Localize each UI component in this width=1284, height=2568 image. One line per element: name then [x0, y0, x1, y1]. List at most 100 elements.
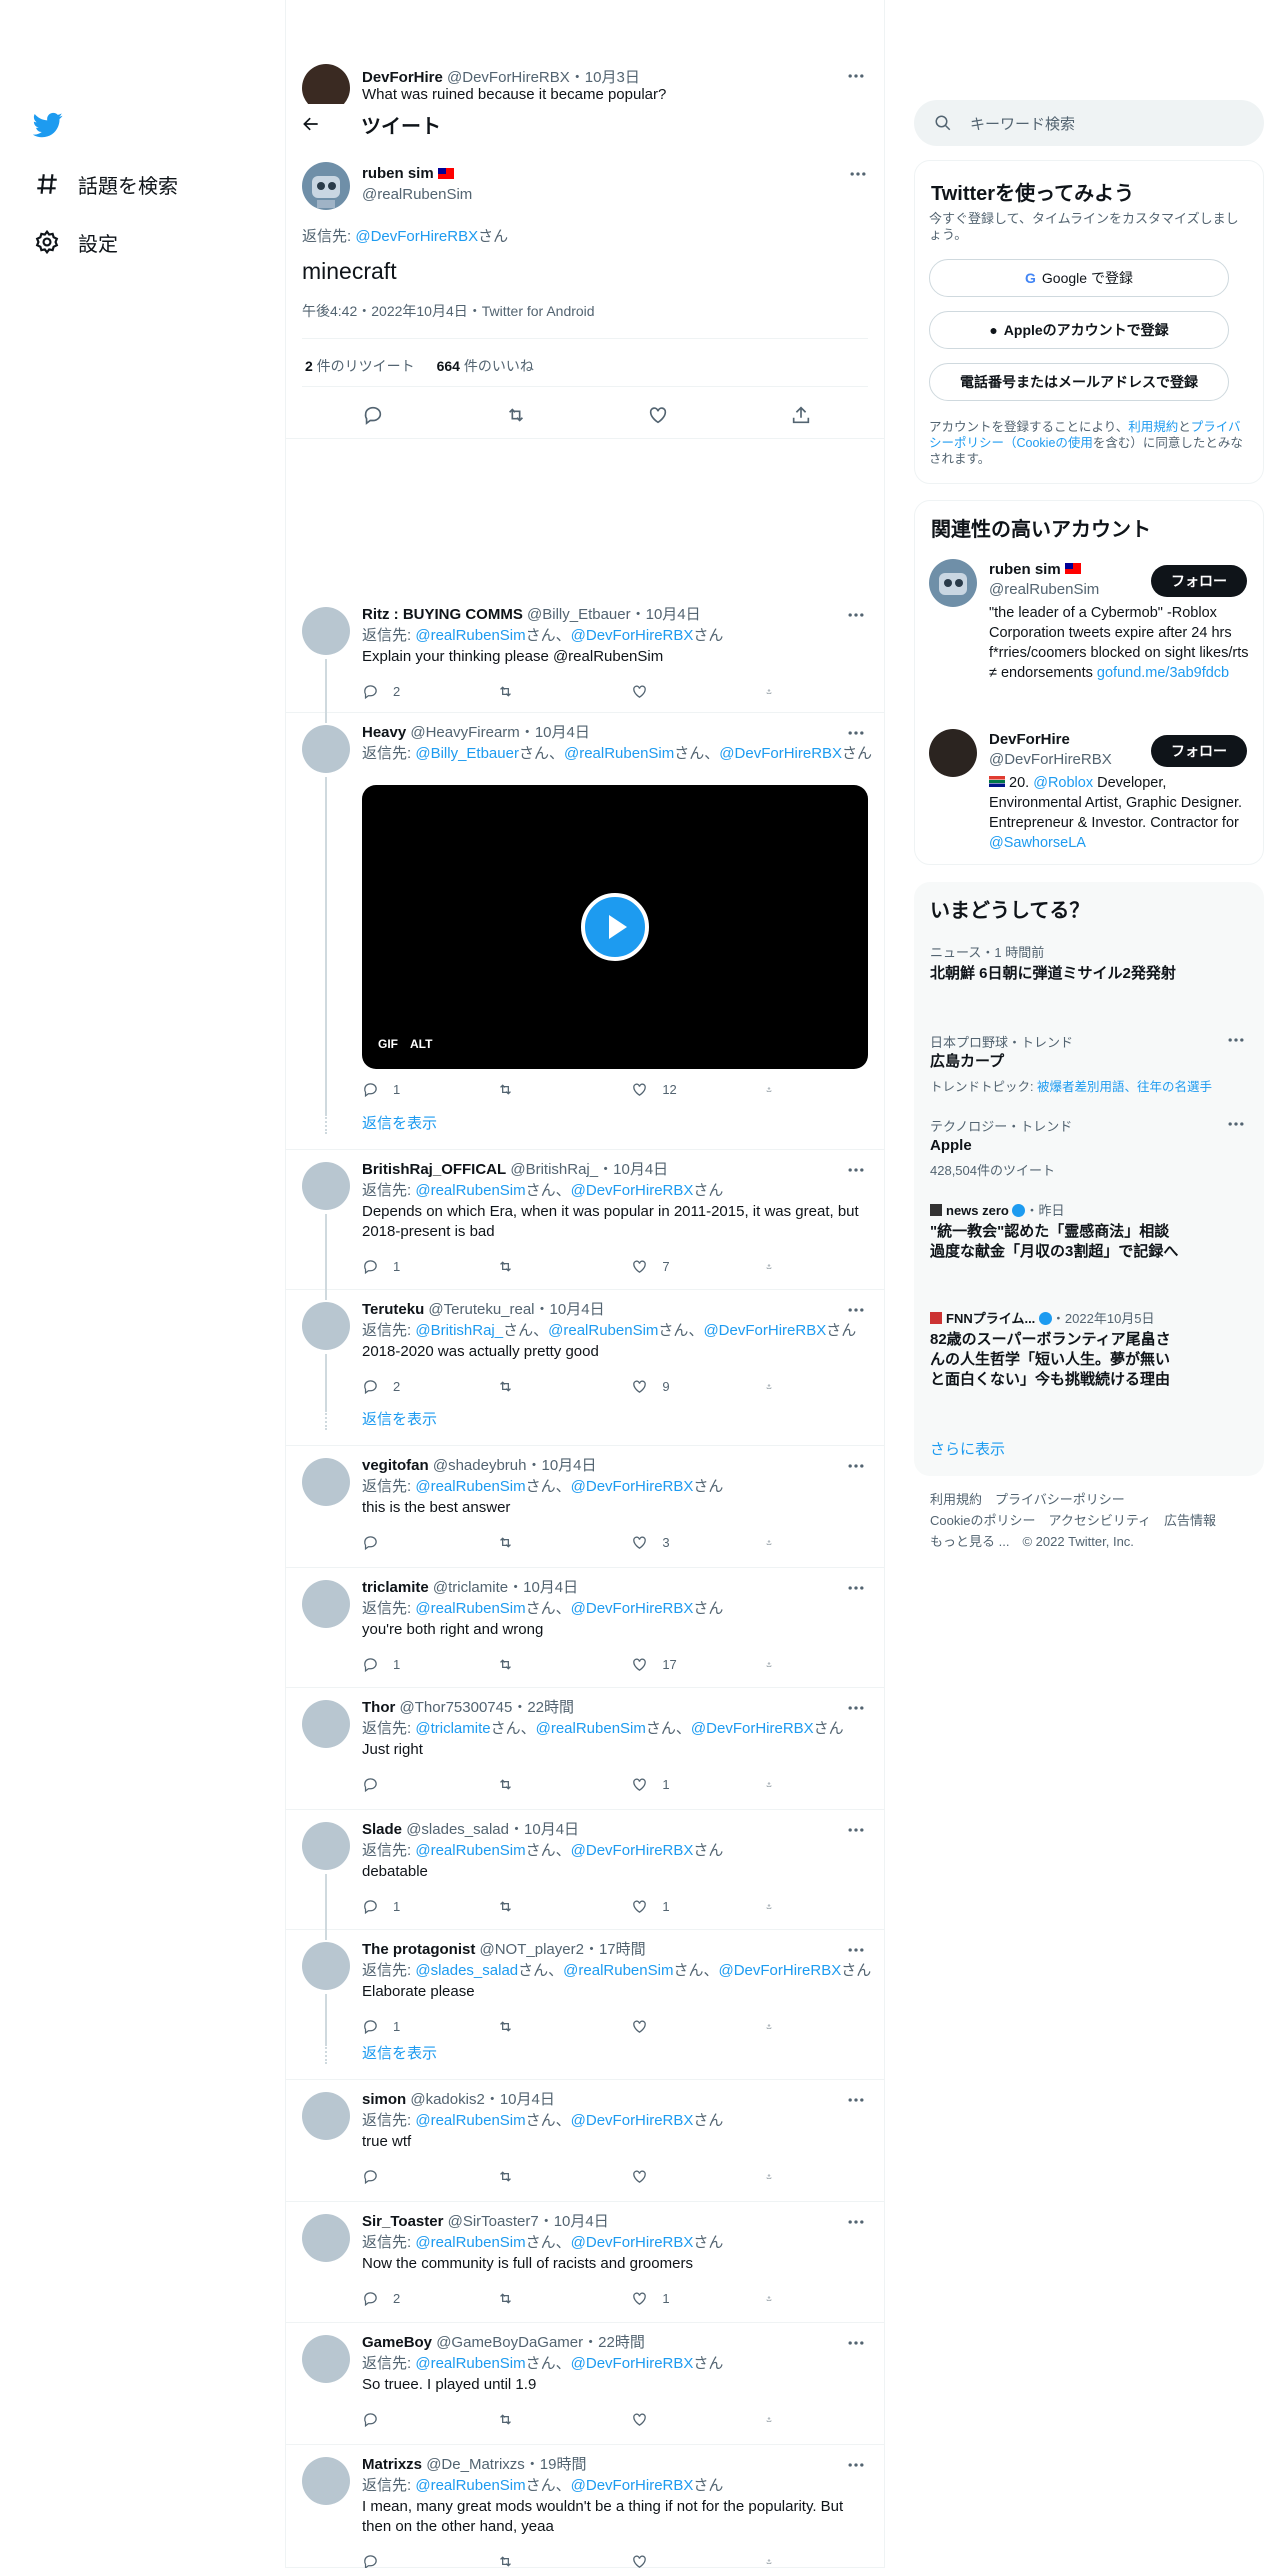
trend-title[interactable]: 広島カープ: [930, 1052, 1180, 1072]
author-name[interactable]: Thor: [362, 1699, 395, 1716]
share-button[interactable]: [766, 1776, 786, 1793]
account-name[interactable]: ruben sim: [989, 561, 1081, 578]
retweet-button[interactable]: [497, 1656, 597, 1673]
tweet-date[interactable]: 10月4日: [554, 2213, 609, 2230]
share-button[interactable]: [766, 1898, 786, 1915]
avatar[interactable]: [302, 1302, 350, 1350]
google-signup-button[interactable]: G Google で登録: [929, 259, 1229, 297]
tweet-date[interactable]: 10月4日: [550, 1301, 605, 1318]
more-icon[interactable]: [846, 1820, 866, 1840]
author-name[interactable]: triclamite: [362, 1579, 429, 1596]
parent-tweet[interactable]: DevForHire @DevForHireRBX・10月3日 What was…: [286, 60, 884, 104]
main-author-handle[interactable]: @realRubenSim: [362, 186, 472, 203]
reply-tweet[interactable]: GameBoy @GameBoyDaGamer・22時間 返信先: @realRu…: [286, 2323, 884, 2445]
mention-link[interactable]: @DevForHireRBX: [718, 1962, 841, 1979]
mention-link[interactable]: @realRubenSim: [415, 627, 525, 644]
reply-icon[interactable]: [362, 404, 384, 426]
footer-links[interactable]: Cookieのポリシー アクセシビリティ 広告情報: [930, 1511, 1216, 1531]
reply-button[interactable]: [362, 2411, 462, 2428]
reply-button[interactable]: [362, 2553, 462, 2568]
search-input[interactable]: キーワード検索: [914, 100, 1264, 146]
share-button[interactable]: [766, 1378, 786, 1395]
avatar[interactable]: [302, 1458, 350, 1506]
retweet-count[interactable]: 2 件のリツイート: [305, 358, 415, 374]
author-handle[interactable]: @Teruteku_real: [428, 1301, 534, 1318]
author-handle[interactable]: @slades_salad: [406, 1821, 509, 1838]
like-icon[interactable]: [647, 404, 669, 426]
share-button[interactable]: [766, 2553, 786, 2568]
author-handle[interactable]: @Billy_Etbauer: [527, 606, 631, 623]
author-handle[interactable]: @triclamite: [433, 1579, 508, 1596]
play-button[interactable]: [581, 893, 649, 961]
alt-badge[interactable]: ALT: [410, 1037, 432, 1051]
share-icon[interactable]: [790, 404, 812, 426]
trend-title[interactable]: Apple: [930, 1136, 1180, 1156]
avatar[interactable]: [302, 2092, 350, 2140]
retweet-button[interactable]: [497, 1534, 597, 1551]
reply-button[interactable]: 1: [362, 2018, 462, 2035]
avatar[interactable]: [302, 1942, 350, 1990]
like-button[interactable]: 7: [631, 1258, 731, 1275]
like-button[interactable]: 1: [631, 2290, 731, 2307]
mention-link[interactable]: @DevForHireRBX: [355, 228, 478, 245]
share-button[interactable]: [766, 1534, 786, 1551]
mention-link[interactable]: @realRubenSim: [415, 2355, 525, 2372]
show-replies-link[interactable]: 返信を表示: [362, 1408, 437, 1429]
author-handle[interactable]: @NOT_player2: [480, 1941, 584, 1958]
like-button[interactable]: [631, 2018, 731, 2035]
author-name[interactable]: Sir_Toaster: [362, 2213, 443, 2230]
reply-tweet[interactable]: Heavy @HeavyFirearm・10月4日 返信先: @Billy_Etb…: [286, 713, 884, 1150]
mention-link[interactable]: @slades_salad: [415, 1962, 518, 1979]
mention-link[interactable]: @realRubenSim: [415, 1600, 525, 1617]
more-icon[interactable]: [846, 1300, 866, 1320]
show-more-link[interactable]: さらに表示: [930, 1438, 1005, 1459]
retweet-button[interactable]: [497, 1081, 597, 1098]
back-arrow-icon[interactable]: [301, 114, 321, 134]
mention-link[interactable]: @DevForHireRBX: [571, 1478, 694, 1495]
author-name[interactable]: Slade: [362, 1821, 402, 1838]
mention-link[interactable]: @realRubenSim: [536, 1720, 646, 1737]
retweet-button[interactable]: [497, 1898, 597, 1915]
author-handle[interactable]: @GameBoyDaGamer: [436, 2334, 583, 2351]
author-handle[interactable]: @Thor75300745: [400, 1699, 513, 1716]
account-handle[interactable]: @realRubenSim: [989, 581, 1099, 598]
avatar[interactable]: [929, 559, 977, 607]
trend-title[interactable]: 北朝鮮 6日朝に弾道ミサイル2発発射: [930, 964, 1180, 984]
main-timestamp[interactable]: 午後4:42・2022年10月4日・Twitter for Android: [302, 301, 595, 321]
reply-button[interactable]: 1: [362, 1898, 462, 1915]
avatar[interactable]: [302, 2335, 350, 2383]
author-name[interactable]: GameBoy: [362, 2334, 432, 2351]
reply-tweet[interactable]: Ritz : BUYING COMMS @Billy_Etbauer・10月4日…: [286, 595, 884, 713]
follow-button[interactable]: フォロー: [1151, 565, 1247, 597]
retweet-icon[interactable]: [505, 404, 527, 426]
more-icon[interactable]: [846, 1698, 866, 1718]
avatar[interactable]: [302, 2214, 350, 2262]
bio-link[interactable]: gofund.me/3ab9fdcb: [1097, 665, 1229, 681]
avatar[interactable]: [302, 725, 350, 773]
author-handle[interactable]: @shadeybruh: [433, 1457, 527, 1474]
nav-explore[interactable]: 話題を検索: [34, 166, 178, 202]
share-button[interactable]: [766, 1656, 786, 1673]
mention-link[interactable]: @DevForHireRBX: [571, 1600, 694, 1617]
more-icon[interactable]: [846, 1160, 866, 1180]
share-button[interactable]: [766, 2168, 786, 2185]
author-name[interactable]: Teruteku: [362, 1301, 424, 1318]
mention-link[interactable]: @DevForHireRBX: [703, 1322, 826, 1339]
twitter-logo-icon[interactable]: [33, 110, 63, 140]
share-button[interactable]: [766, 1081, 786, 1098]
like-button[interactable]: 3: [631, 1534, 731, 1551]
more-icon[interactable]: [846, 723, 866, 743]
mention-link[interactable]: @realRubenSim: [415, 1182, 525, 1199]
tweet-date[interactable]: 10月4日: [523, 1579, 578, 1596]
avatar[interactable]: [302, 1162, 350, 1210]
phone-email-signup-button[interactable]: 電話番号またはメールアドレスで登録: [929, 363, 1229, 401]
mention-link[interactable]: @realRubenSim: [564, 745, 674, 762]
mention-link[interactable]: @realRubenSim: [415, 2112, 525, 2129]
mention-link[interactable]: @triclamite: [415, 1720, 490, 1737]
more-icon[interactable]: [846, 1456, 866, 1476]
reply-button[interactable]: [362, 2168, 462, 2185]
mention-link[interactable]: @realRubenSim: [548, 1322, 658, 1339]
avatar[interactable]: [302, 1580, 350, 1628]
bio-link[interactable]: @SawhorseLA: [989, 835, 1086, 851]
more-icon[interactable]: [1226, 1114, 1246, 1134]
